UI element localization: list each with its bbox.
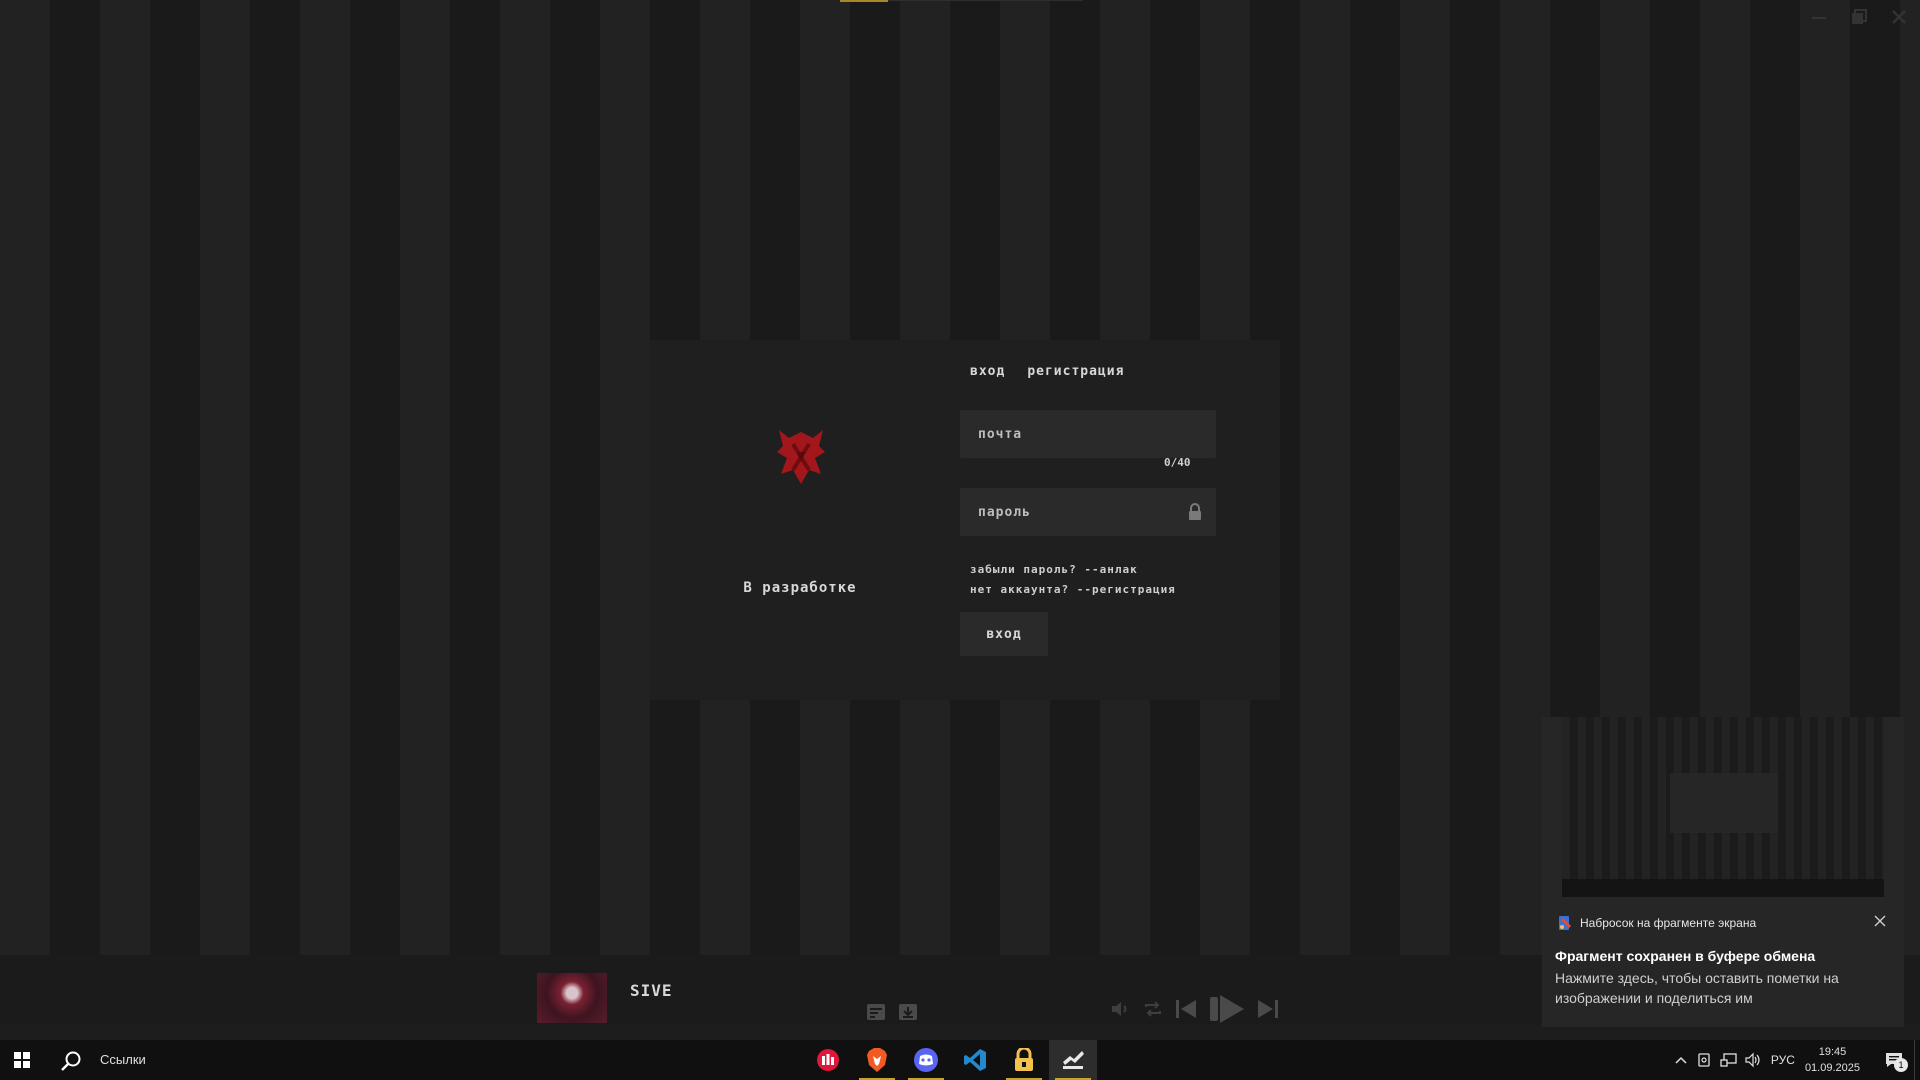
login-card: В разработке вход регистрация 0/40 забыл… [650, 340, 1280, 700]
language-indicator[interactable]: РУС [1771, 1053, 1795, 1067]
email-field[interactable] [960, 410, 1216, 458]
restore-button[interactable] [1850, 8, 1868, 26]
top-accent-line [840, 0, 888, 2]
top-divider-line [888, 0, 1083, 1]
taskbar-brave[interactable] [853, 1040, 901, 1080]
album-art[interactable] [537, 973, 607, 1023]
discord-icon [914, 1048, 938, 1072]
window-controls [1810, 8, 1908, 26]
vscode-icon [964, 1049, 986, 1071]
windows-start-icon[interactable] [14, 1052, 30, 1068]
taskbar-discord[interactable] [902, 1040, 950, 1080]
system-tray: РУС 19:45 01.09.2025 1 [1669, 1040, 1920, 1080]
tray-network[interactable] [1717, 1040, 1741, 1080]
playback-controls [1110, 993, 1280, 1029]
show-hidden-icons-button[interactable] [1669, 1040, 1693, 1080]
clock-time: 19:45 [1818, 1046, 1847, 1058]
taskbar-yandex-music[interactable] [804, 1040, 852, 1080]
tray-volume[interactable] [1741, 1040, 1765, 1080]
action-center-button[interactable]: 1 [1874, 1040, 1914, 1080]
tab-login[interactable]: вход [970, 364, 1005, 379]
toast-notification[interactable]: Набросок на фрагменте экрана Фрагмент со… [1542, 901, 1904, 1027]
thumbnail-login-card [1670, 773, 1778, 833]
close-icon [1892, 10, 1906, 24]
brand-logo-icon [777, 430, 825, 484]
notification-app-name: Набросок на фрагменте экрана [1580, 916, 1757, 930]
forgot-password-link[interactable]: забыли пароль? --анлак [970, 560, 1176, 580]
player-extra-icons [866, 1003, 918, 1021]
register-link[interactable]: нет аккаунта? --регистрация [970, 580, 1176, 600]
notification-app: Набросок на фрагменте экрана [1558, 915, 1756, 931]
webcam-icon [1698, 1053, 1710, 1067]
clock[interactable]: 19:45 01.09.2025 [1805, 1044, 1860, 1076]
show-desktop-button[interactable] [1914, 1040, 1920, 1080]
track-title: SIVE [630, 981, 673, 1000]
email-input[interactable] [978, 426, 1198, 442]
search-label[interactable]: Ссылки [100, 1052, 146, 1067]
email-char-counter: 0/40 [1164, 456, 1191, 469]
password-field[interactable] [960, 488, 1216, 536]
thumbnail-taskbar [1562, 879, 1884, 897]
login-button[interactable]: вход [960, 612, 1048, 656]
password-input[interactable] [978, 504, 1198, 520]
previous-track-icon[interactable] [1174, 998, 1198, 1024]
restore-icon [1852, 9, 1867, 24]
minimize-icon [1812, 17, 1826, 19]
in-development-label: В разработке [743, 580, 857, 596]
volume-icon[interactable] [1110, 999, 1132, 1023]
close-notification-icon[interactable] [1874, 915, 1886, 927]
chevron-up-icon [1675, 1056, 1687, 1064]
brave-icon [867, 1048, 887, 1072]
app-icon [1063, 1051, 1084, 1069]
search-icon[interactable] [60, 1050, 82, 1072]
close-window-button[interactable] [1890, 8, 1908, 26]
screenshot-thumbnail [1562, 717, 1884, 897]
notification-title: Фрагмент сохранен в буфере обмена [1555, 948, 1816, 964]
lock-icon[interactable] [1188, 503, 1202, 521]
download-icon[interactable] [898, 1003, 918, 1021]
play-icon[interactable] [1208, 993, 1246, 1029]
notification-count-badge: 1 [1894, 1058, 1908, 1072]
minimize-button[interactable] [1810, 8, 1828, 26]
taskbar-keepass[interactable] [1000, 1040, 1048, 1080]
auth-tabs: вход регистрация [970, 364, 1124, 379]
clock-date: 01.09.2025 [1804, 1062, 1860, 1074]
keepass-icon [1015, 1048, 1033, 1071]
network-icon [1720, 1053, 1737, 1067]
taskbar-current-app[interactable] [1049, 1040, 1097, 1080]
repeat-icon[interactable] [1142, 999, 1164, 1023]
notification-screenshot-preview[interactable] [1542, 717, 1904, 901]
tab-register[interactable]: регистрация [1027, 364, 1124, 379]
taskbar-apps [804, 1040, 1097, 1080]
speaker-icon [1745, 1052, 1760, 1068]
yandex-music-icon [817, 1049, 839, 1071]
snip-sketch-icon [1559, 916, 1572, 930]
taskbar-vscode[interactable] [951, 1040, 999, 1080]
auth-links: забыли пароль? --анлак нет аккаунта? --р… [970, 560, 1176, 600]
notification-body: Нажмите здесь, чтобы оставить пометки на… [1555, 970, 1839, 1006]
playlist-icon[interactable] [866, 1003, 886, 1021]
next-track-icon[interactable] [1256, 998, 1280, 1024]
tray-meet-now[interactable] [1693, 1040, 1717, 1080]
taskbar: Ссылки РУС 19:45 01.09.2025 1 [0, 1040, 1920, 1080]
